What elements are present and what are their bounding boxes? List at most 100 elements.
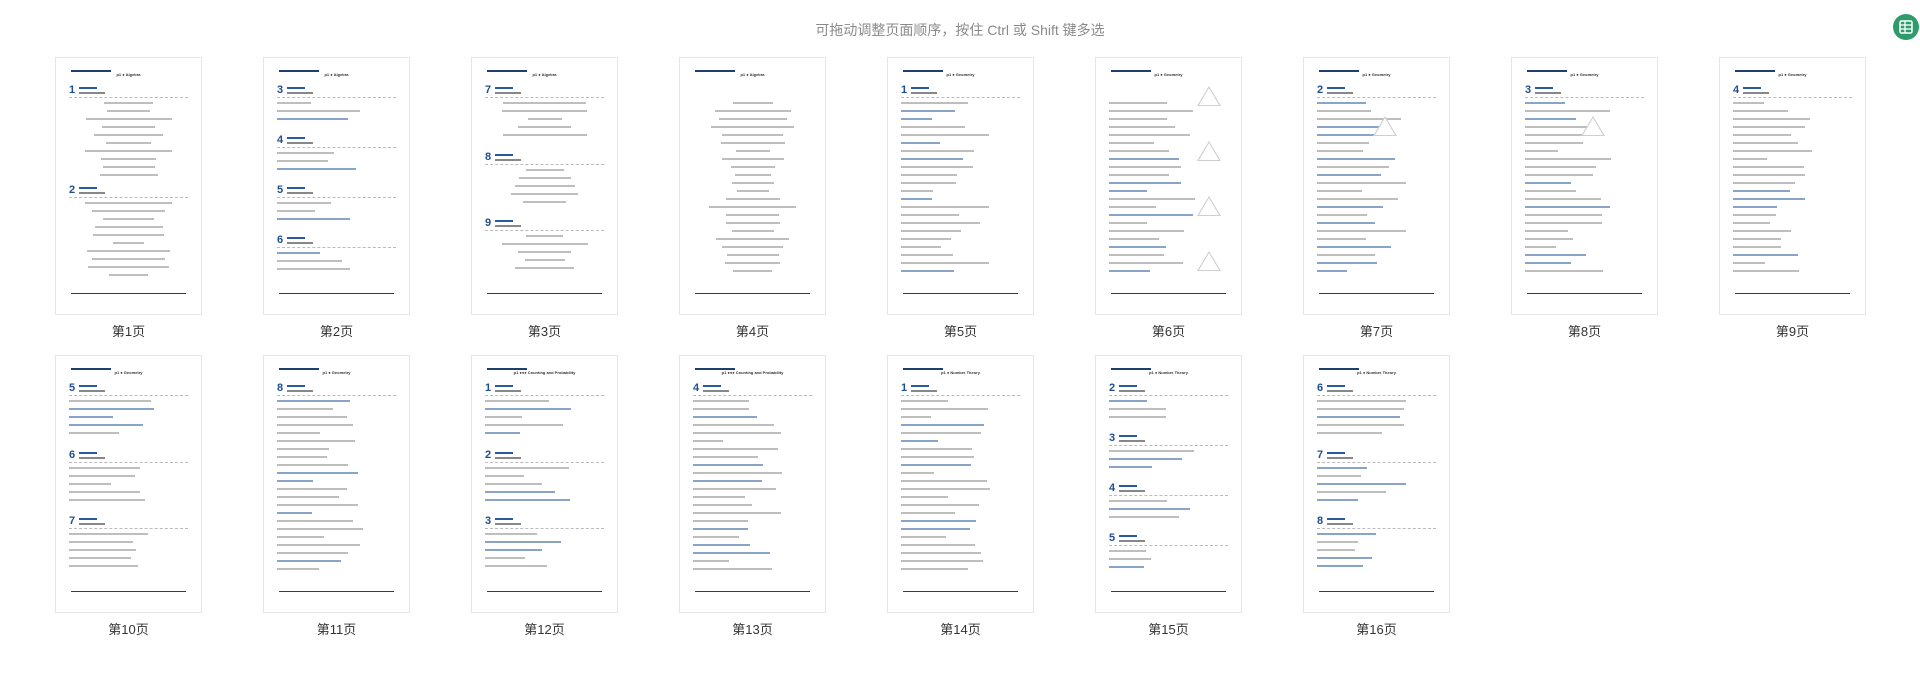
text-line — [277, 268, 350, 270]
page-label: 第9页 — [1775, 324, 1810, 339]
text-line — [901, 568, 968, 570]
text-line — [725, 262, 780, 264]
page-header-title: p1 ● Number Theory — [1149, 370, 1188, 375]
page-thumbnail[interactable]: p1 ● Geometry 5 6 7 第10页 — [55, 355, 202, 637]
page-preview[interactable]: p1 ● Geometry 5 6 7 — [55, 355, 202, 613]
section-heading — [1119, 535, 1137, 537]
text-line — [901, 198, 932, 200]
section-divider — [693, 395, 812, 396]
text-line — [1317, 533, 1376, 536]
text-line — [1733, 206, 1777, 208]
page-preview[interactable]: p1 ● Algebra 7 8 9 — [471, 57, 618, 315]
page-thumbnail[interactable]: p1 ● Geometry 2 第7页 — [1303, 57, 1450, 339]
text-line — [523, 200, 566, 203]
page-content: p1 ● Geometry 2 — [1313, 66, 1440, 304]
text-line — [277, 416, 347, 418]
section-divider — [485, 461, 604, 463]
spreadsheet-button[interactable] — [1893, 14, 1919, 40]
text-line — [1109, 126, 1175, 128]
page-preview[interactable]: p1 ● Algebra 1 2 — [55, 57, 202, 315]
text-line — [1525, 166, 1596, 168]
text-line — [485, 466, 569, 469]
page-preview[interactable]: p1 ● Algebra — [679, 57, 826, 315]
text-line — [94, 134, 163, 136]
page-thumbnail[interactable]: p1 ● Algebra 1 2 第1页 — [55, 57, 202, 339]
text-line — [726, 254, 779, 256]
page-thumbnail[interactable]: p1 ● Geometry 4 第9页 — [1719, 57, 1866, 339]
text-line — [1525, 222, 1602, 224]
text-line — [693, 528, 748, 530]
text-line — [1317, 110, 1371, 112]
text-line — [1317, 541, 1358, 544]
section-number: 4 — [1733, 84, 1740, 96]
page-thumbnail[interactable]: p1 ●●● Counting and Probability 1 2 3 第12页 — [471, 355, 618, 637]
text-line — [107, 110, 150, 112]
page-preview[interactable]: p1 ●●● Counting and Probability 1 2 3 — [471, 355, 618, 613]
triangle-figure — [1197, 141, 1221, 161]
page-preview[interactable]: p1 ● Geometry 2 — [1303, 57, 1450, 315]
text-line — [901, 472, 934, 474]
text-line — [1733, 262, 1765, 264]
text-line — [722, 246, 783, 248]
text-line — [693, 560, 729, 562]
text-line — [736, 190, 769, 192]
page-preview[interactable]: p1 ● Geometry 4 — [1719, 57, 1866, 315]
page-header-title: p1 ● Algebra — [740, 72, 765, 77]
page-content: p1 ●●● Counting and Probability 1 2 3 — [481, 364, 608, 602]
page-preview[interactable]: p1 ● Geometry — [1095, 57, 1242, 315]
page-preview[interactable]: p1 ● Geometry 3 — [1511, 57, 1658, 315]
page-preview[interactable]: p1 ● Number Theory 2 3 4 5 — [1095, 355, 1242, 613]
section-divider — [1317, 461, 1436, 463]
section-heading — [911, 87, 929, 89]
text-line — [901, 254, 953, 256]
text-line — [1525, 198, 1601, 200]
page-thumbnail[interactable]: p1 ● Geometry 第6页 — [1095, 57, 1242, 339]
page-preview[interactable]: p1 ● Geometry 1 — [887, 57, 1034, 315]
page-thumbnail[interactable]: p1 ● Number Theory 6 7 8 第16页 — [1303, 355, 1450, 637]
text-line — [1109, 190, 1147, 192]
page-thumbnail[interactable]: p1 ● Geometry 3 第8页 — [1511, 57, 1658, 339]
page-preview[interactable]: p1 ●●● Counting and Probability 4 — [679, 355, 826, 613]
text-line — [1733, 166, 1804, 168]
text-line — [69, 557, 131, 560]
text-line — [901, 496, 948, 498]
page-preview[interactable]: p1 ● Number Theory 6 7 8 — [1303, 355, 1450, 613]
triangle-figure — [1197, 196, 1221, 216]
section-number: 6 — [1317, 382, 1324, 394]
page-thumbnail[interactable]: p1 ● Number Theory 1 第14页 — [887, 355, 1034, 637]
text-line — [277, 118, 348, 120]
text-line — [711, 126, 794, 128]
page-preview[interactable]: p1 ● Algebra 3 4 5 6 — [263, 57, 410, 315]
text-line — [69, 408, 154, 410]
section-heading — [79, 87, 97, 89]
section-number: 7 — [1317, 448, 1324, 461]
text-line — [1109, 450, 1194, 452]
page-thumbnail[interactable]: p1 ● Algebra 第4页 — [679, 57, 826, 339]
text-line — [901, 238, 951, 240]
page-thumbnail[interactable]: p1 ● Algebra 3 4 5 6 第2页 — [263, 57, 410, 339]
section-divider — [1109, 445, 1228, 446]
text-line — [518, 176, 571, 179]
text-line — [693, 480, 762, 482]
section-subtitle — [1119, 490, 1145, 492]
section-divider — [485, 97, 604, 98]
text-line — [1109, 222, 1147, 224]
text-line — [1733, 158, 1767, 160]
page-preview[interactable]: p1 ● Geometry 8 — [263, 355, 410, 613]
section-heading — [495, 220, 513, 223]
page-preview[interactable]: p1 ● Number Theory 1 — [887, 355, 1034, 613]
section-heading — [495, 87, 513, 89]
page-thumbnail[interactable]: p1 ● Algebra 7 8 9 第3页 — [471, 57, 618, 339]
section-heading — [495, 385, 513, 387]
page-thumbnail[interactable]: p1 ● Number Theory 2 3 4 5 第15页 — [1095, 355, 1242, 637]
page-thumbnail[interactable]: p1 ●●● Counting and Probability 4 第13页 — [679, 355, 826, 637]
text-line — [1525, 174, 1593, 176]
page-content: p1 ● Algebra 3 4 5 6 — [273, 66, 400, 304]
text-line — [277, 160, 328, 162]
text-line — [99, 174, 158, 176]
page-thumbnail[interactable]: p1 ● Geometry 1 第5页 — [887, 57, 1034, 339]
page-thumbnail[interactable]: p1 ● Geometry 8 第11页 — [263, 355, 410, 637]
text-line — [901, 488, 990, 490]
text-line — [1109, 408, 1166, 410]
text-line — [693, 496, 745, 498]
